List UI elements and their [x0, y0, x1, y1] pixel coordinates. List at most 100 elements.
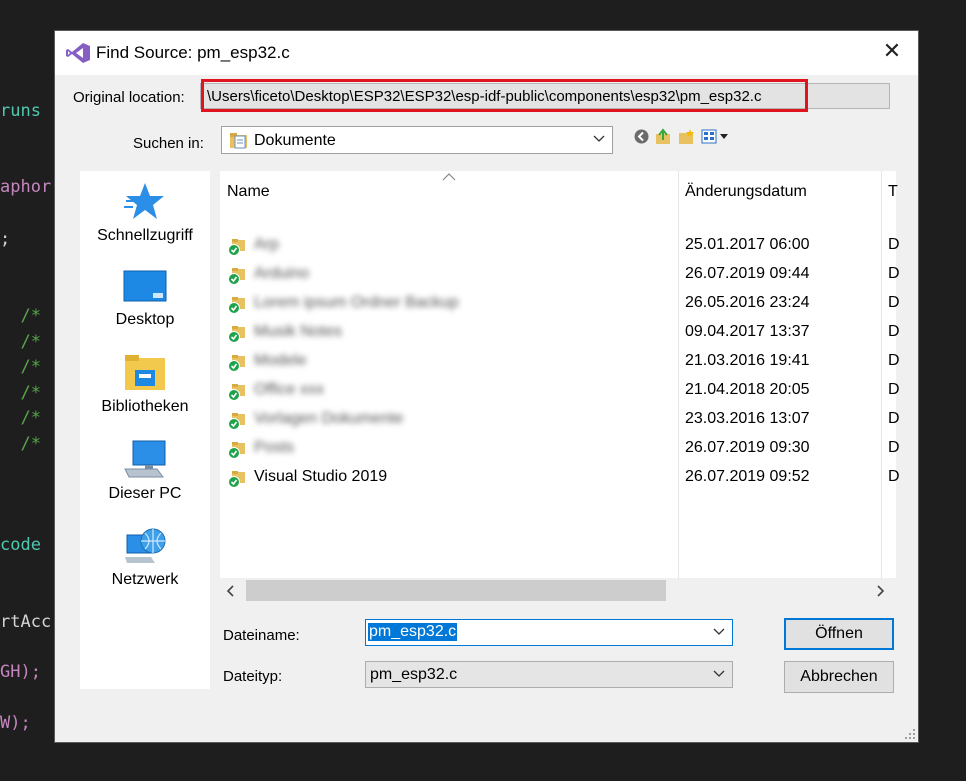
file-name: Musik Notes	[254, 323, 343, 340]
file-date: 25.01.2017 06:00	[685, 236, 810, 253]
back-icon[interactable]	[633, 128, 650, 145]
place-desktop[interactable]: Desktop	[80, 269, 210, 329]
highlight-box	[201, 79, 808, 112]
file-name: Visual Studio 2019	[254, 468, 388, 485]
folder-synced-icon	[228, 384, 245, 401]
open-button[interactable]: Öffnen	[784, 618, 894, 650]
file-name: Modele	[254, 352, 307, 369]
file-row[interactable]: Arp 25.01.2017 06:00 D	[220, 233, 900, 262]
code-line: GH);	[0, 662, 41, 682]
filename-value: pm_esp32.c	[368, 623, 458, 641]
network-icon	[125, 528, 166, 563]
folder-synced-icon	[228, 355, 245, 372]
scroll-right-icon[interactable]	[875, 585, 885, 597]
code-line: code	[0, 535, 41, 555]
file-name: Vorlagen Dokumente	[254, 410, 404, 427]
look-in-dropdown[interactable]: Dokumente	[221, 126, 613, 154]
file-name: Arp	[254, 236, 279, 253]
folder-synced-icon	[228, 297, 245, 314]
code-line: rtAcc	[0, 612, 52, 632]
places-bar: Schnellzugriff Desktop Bibliotheken Dies…	[80, 171, 210, 689]
file-date: 26.07.2019 09:44	[685, 265, 810, 282]
file-row[interactable]: Arduino 26.07.2019 09:44 D	[220, 262, 900, 291]
file-type: D	[888, 468, 900, 485]
code-line: /*	[0, 306, 41, 326]
dialog-title: Find Source: pm_esp32.c	[96, 43, 290, 62]
scrollbar-thumb[interactable]	[246, 580, 666, 601]
file-type: D	[888, 236, 900, 253]
file-name: Arduino	[254, 265, 310, 282]
file-row[interactable]: Posts 26.07.2019 09:30 D	[220, 436, 900, 465]
code-line: aphor	[0, 177, 52, 197]
file-date: 21.03.2016 19:41	[685, 352, 810, 369]
code-line: /*	[0, 383, 41, 403]
code-line: /*	[0, 408, 41, 428]
cancel-button[interactable]: Abbrechen	[784, 661, 894, 693]
file-date: 26.05.2016 23:24	[685, 294, 810, 311]
code-line: /*	[0, 332, 41, 352]
file-row[interactable]: Musik Notes 09.04.2017 13:37 D	[220, 320, 900, 349]
column-header-date[interactable]: Änderungsdatum	[685, 183, 807, 201]
file-name: Lorem ipsum Ordner Backup	[254, 294, 459, 311]
file-date: 23.03.2016 13:07	[685, 410, 810, 427]
folder-synced-icon	[228, 413, 245, 430]
code-line: /*	[0, 434, 41, 454]
column-header-type[interactable]: T	[888, 183, 898, 201]
file-date: 21.04.2018 20:05	[685, 381, 810, 398]
file-name: Office xxx	[254, 381, 324, 398]
file-type: D	[888, 352, 900, 369]
folder-synced-icon	[228, 239, 245, 256]
up-folder-icon[interactable]	[655, 128, 672, 145]
close-icon[interactable]: ✕	[880, 39, 904, 65]
file-row[interactable]: Office xxx 21.04.2018 20:05 D	[220, 378, 900, 407]
place-label: Dieser PC	[108, 485, 182, 502]
code-line: /*	[0, 357, 41, 377]
place-label: Netzwerk	[111, 571, 179, 588]
folder-synced-icon	[228, 326, 245, 343]
desktop-icon	[123, 270, 167, 302]
scroll-left-icon[interactable]	[226, 585, 236, 597]
filetype-label: Dateityp:	[223, 668, 283, 685]
sort-ascending-icon	[442, 173, 456, 181]
file-type: D	[888, 439, 900, 456]
computer-icon	[124, 440, 166, 478]
file-row[interactable]: Modele 21.03.2016 19:41 D	[220, 349, 900, 378]
new-folder-icon[interactable]	[678, 128, 695, 145]
original-location-label: Original location:	[73, 89, 185, 106]
file-type: D	[888, 410, 900, 427]
find-source-dialog: Find Source: pm_esp32.c ✕ Original locat…	[54, 30, 919, 743]
file-type: D	[888, 323, 900, 340]
filetype-value: pm_esp32.c	[370, 666, 458, 683]
view-menu-icon[interactable]	[701, 128, 731, 145]
filetype-dropdown[interactable]: pm_esp32.c	[365, 661, 733, 688]
title-bar[interactable]: Find Source: pm_esp32.c ✕	[55, 31, 918, 75]
folder-synced-icon	[228, 268, 245, 285]
filename-input[interactable]: pm_esp32.c	[365, 619, 733, 646]
file-row[interactable]: Visual Studio 2019 26.07.2019 09:52 D	[220, 465, 900, 494]
resize-grip-icon[interactable]	[904, 728, 916, 740]
look-in-value: Dokumente	[254, 132, 336, 149]
file-type: D	[888, 294, 900, 311]
place-label: Desktop	[115, 311, 175, 328]
file-date: 26.07.2019 09:30	[685, 439, 810, 456]
column-header-name[interactable]: Name	[227, 183, 270, 201]
place-label: Schnellzugriff	[97, 227, 193, 244]
file-list[interactable]: Name Änderungsdatum T Arp 25.01.2017 06:0…	[220, 171, 900, 603]
file-name: Posts	[254, 439, 295, 456]
libraries-icon	[125, 355, 165, 390]
look-in-label: Suchen in:	[133, 135, 204, 152]
chevron-down-icon	[713, 670, 725, 677]
chevron-down-icon[interactable]	[712, 624, 726, 638]
place-this-pc[interactable]: Dieser PC	[80, 439, 210, 503]
file-row[interactable]: Lorem ipsum Ordner Backup 26.05.2016 23:2…	[220, 291, 900, 320]
place-network[interactable]: Netzwerk	[80, 527, 210, 589]
place-libraries[interactable]: Bibliotheken	[80, 354, 210, 416]
visual-studio-icon	[66, 43, 90, 63]
code-line: runs	[0, 101, 41, 121]
place-label: Bibliotheken	[101, 398, 189, 415]
documents-folder-icon	[230, 133, 247, 149]
horizontal-scrollbar[interactable]	[220, 578, 896, 603]
folder-synced-icon	[228, 442, 245, 459]
place-quick-access[interactable]: Schnellzugriff	[80, 181, 210, 245]
file-row[interactable]: Vorlagen Dokumente 23.03.2016 13:07 D	[220, 407, 900, 436]
